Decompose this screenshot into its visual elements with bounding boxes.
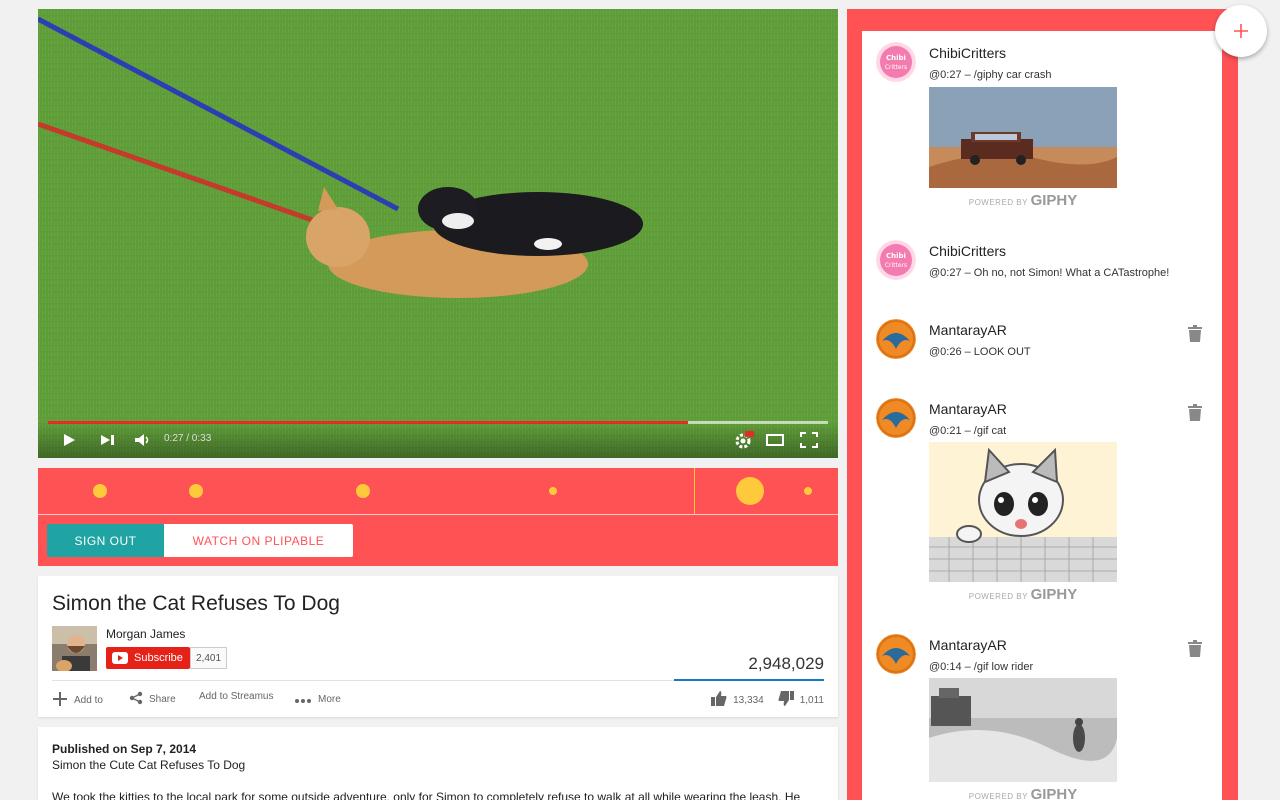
timeline-comment-marker[interactable] (355, 484, 370, 498)
subscriber-count: 2,401 (190, 647, 227, 669)
message-username[interactable]: ChibiCritters (929, 243, 1006, 259)
dislike-count: 1,011 (799, 694, 824, 706)
timeline-comment-marker[interactable] (804, 487, 813, 495)
delete-icon[interactable] (1188, 325, 1202, 342)
add-to-streamus-label: Add to Streamus (199, 691, 274, 702)
fullscreen-icon[interactable] (800, 430, 818, 450)
mantarayar-avatar[interactable] (876, 319, 916, 359)
description-subtitle: Simon the Cute Cat Refuses To Dog (52, 758, 246, 772)
timeline-comment-marker[interactable] (736, 477, 764, 505)
watch-on-plipable-button[interactable]: WATCH ON PLIPABLE (164, 524, 353, 557)
more-label: More (318, 693, 341, 705)
mantarayar-avatar[interactable] (876, 634, 916, 674)
theater-icon[interactable] (766, 430, 784, 450)
like-count: 13,334 (733, 694, 764, 706)
timeline-playhead[interactable] (694, 468, 695, 514)
video-info-card: Simon the Cat Refuses To Dog Morgan Jame… (38, 576, 838, 717)
play-icon[interactable] (62, 430, 76, 450)
giphy-attribution: POWERED BY GIPHY (968, 192, 1078, 209)
channel-name[interactable]: Morgan James (106, 627, 185, 641)
giphy-car-crash-gif[interactable] (929, 87, 1117, 188)
add-to-streamus-button[interactable]: Add to Streamus (199, 691, 273, 702)
chat-feed[interactable]: Chibi Critters ChibiCritters @0:27 – /gi… (862, 31, 1222, 800)
thumbs-down-icon[interactable] (778, 691, 794, 709)
giphy-low-rider-gif[interactable] (929, 678, 1117, 782)
message-text: @0:27 – /giphy car crash (929, 69, 1052, 81)
svg-text:Chibi: Chibi (886, 54, 906, 62)
message-text: @0:26 – LOOK OUT (929, 346, 1031, 358)
message-text: @0:21 – /gif cat (929, 425, 1007, 437)
timeline-comment-marker[interactable] (549, 487, 558, 495)
message-text: @0:14 – /gif low rider (929, 661, 1034, 673)
video-time: 0:27 / 0:33 (164, 433, 212, 444)
chat-panel: Chibi Critters ChibiCritters @0:27 – /gi… (847, 9, 1238, 800)
delete-icon[interactable] (1188, 404, 1202, 421)
giphy-cat-gif[interactable] (929, 442, 1117, 582)
timeline-comment-marker[interactable] (93, 484, 108, 498)
timeline-track (38, 514, 838, 515)
chibicritters-avatar[interactable]: Chibi Critters (876, 42, 916, 82)
like-dislike-group: 13,334 1,011 (711, 691, 824, 709)
more-button[interactable]: More (294, 691, 341, 707)
message-username[interactable]: MantarayAR (929, 322, 1007, 338)
description-text: We took the kitties to the local park fo… (52, 790, 801, 800)
thumbs-up-icon[interactable] (711, 691, 727, 709)
plus-icon (1234, 24, 1248, 38)
view-count: 2,948,029 (748, 654, 824, 673)
share-icon (129, 691, 143, 708)
message-username[interactable]: ChibiCritters (929, 45, 1006, 61)
svg-text:Chibi: Chibi (886, 252, 906, 260)
video-frame (38, 9, 838, 458)
giphy-attribution: POWERED BY GIPHY (968, 586, 1078, 603)
delete-icon[interactable] (1188, 640, 1202, 657)
add-to-button[interactable]: Add to (52, 691, 103, 710)
subscribe-label: Subscribe (134, 652, 183, 664)
like-ratio-fill (674, 679, 824, 681)
message-username[interactable]: MantarayAR (929, 637, 1007, 653)
svg-text:Critters: Critters (885, 262, 907, 269)
share-label: Share (149, 694, 176, 705)
channel-avatar[interactable] (52, 626, 97, 671)
next-icon[interactable] (100, 430, 116, 450)
video-title: Simon the Cat Refuses To Dog (52, 592, 340, 615)
message-username[interactable]: MantarayAR (929, 401, 1007, 417)
timeline-comment-marker[interactable] (189, 484, 204, 498)
video-controls: 0:27 / 0:33 (38, 422, 838, 458)
svg-text:Critters: Critters (885, 64, 907, 71)
sign-out-button[interactable]: SIGN OUT (47, 524, 164, 557)
published-date: Published on Sep 7, 2014 (52, 742, 197, 756)
subscribe-button[interactable]: Subscribe (106, 647, 190, 669)
add-comment-button[interactable] (1215, 5, 1267, 57)
youtube-logo-icon (112, 652, 128, 664)
share-button[interactable]: Share (129, 691, 176, 708)
mantarayar-avatar[interactable] (876, 398, 916, 438)
giphy-attribution: POWERED BY GIPHY (968, 786, 1078, 800)
comment-timeline[interactable]: SIGN OUT WATCH ON PLIPABLE (38, 468, 838, 566)
more-dots-icon (294, 691, 312, 707)
chibicritters-avatar[interactable]: Chibi Critters (876, 240, 916, 280)
plus-icon (52, 691, 68, 710)
description-card: Published on Sep 7, 2014 Simon the Cute … (38, 727, 838, 800)
video-player[interactable]: 0:27 / 0:33 (38, 9, 838, 458)
add-to-label: Add to (74, 695, 103, 706)
settings-hd-icon[interactable] (734, 430, 754, 450)
message-text: @0:27 – Oh no, not Simon! What a CATastr… (929, 267, 1170, 279)
volume-icon[interactable] (134, 430, 152, 450)
